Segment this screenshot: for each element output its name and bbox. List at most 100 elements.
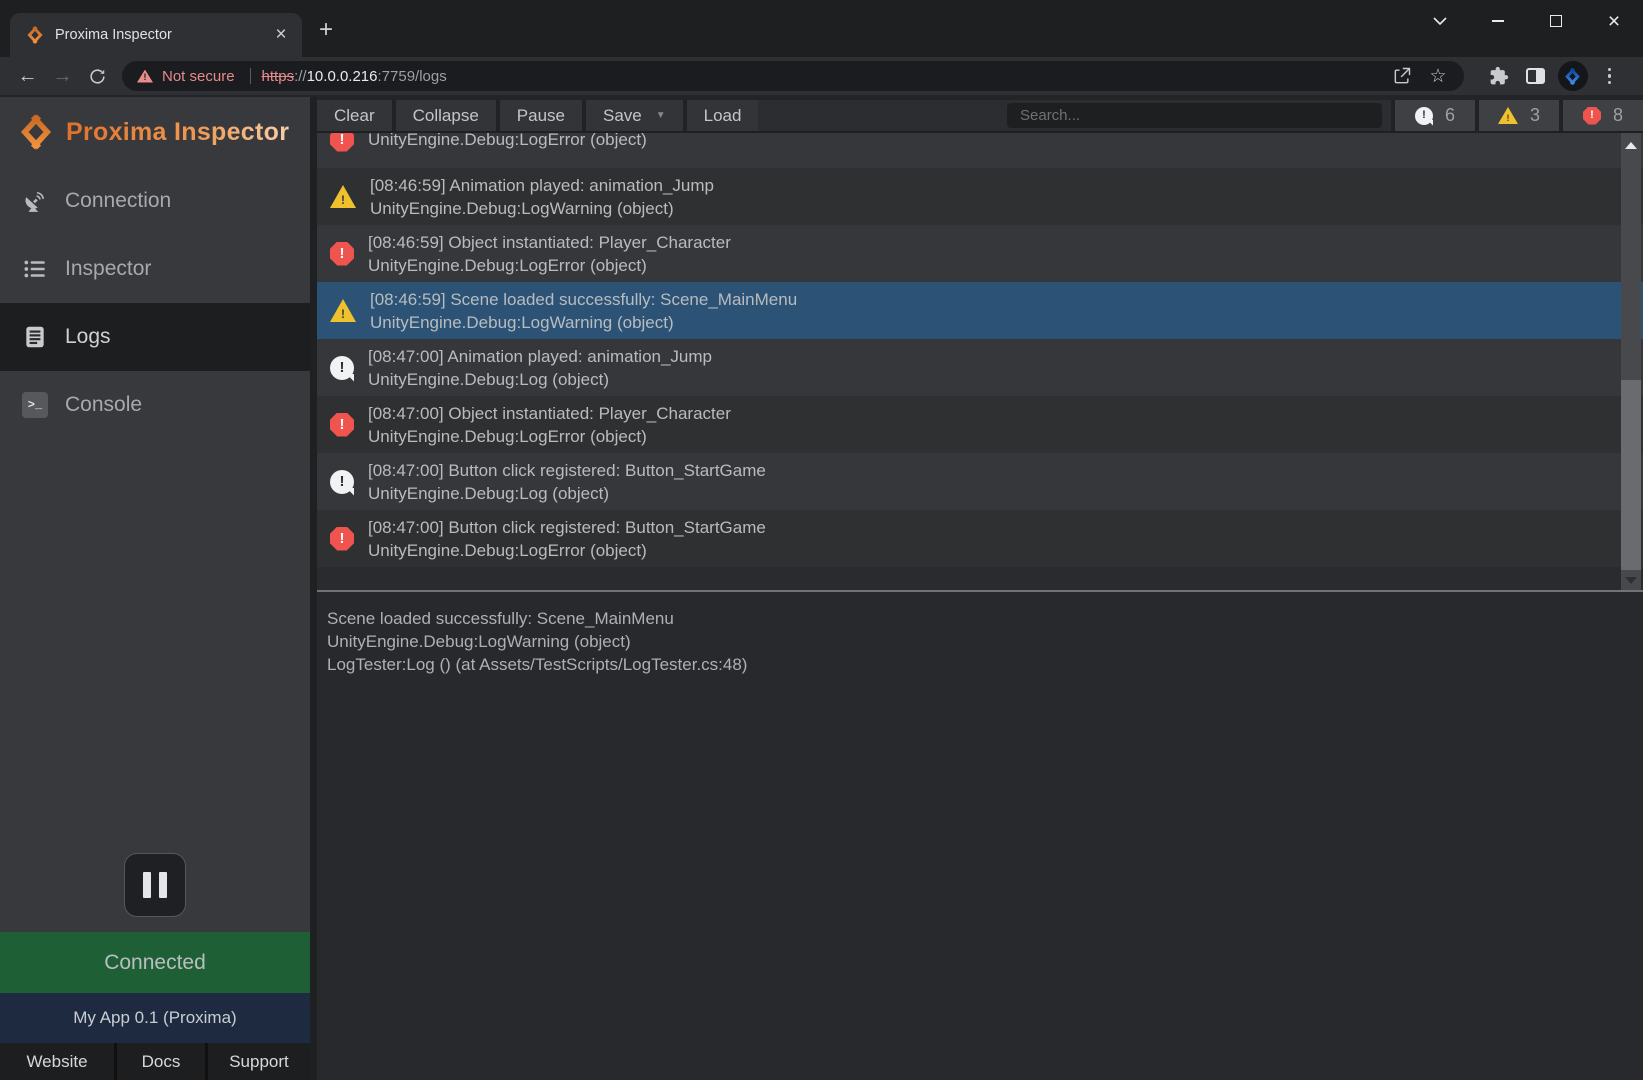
log-row-stacktrace: UnityEngine.Debug:LogError (object) [368,133,647,151]
back-button[interactable]: ← [10,59,45,93]
log-row[interactable]: ! [08:46:59] Object instantiated: Player_… [317,225,1643,282]
browser-titlebar: Proxima Inspector × + × [0,0,1643,57]
chevron-down-icon: ▼ [656,110,666,121]
info-icon: ! [1415,107,1433,125]
pause-icon [143,872,151,898]
log-row-message: [08:47:00] Button click registered: Butt… [368,459,766,482]
detail-line: UnityEngine.Debug:LogWarning (object) [327,630,1633,653]
info-icon: ! [330,470,354,494]
not-secure-label[interactable]: Not secure [162,68,235,85]
connection-status-badge: Connected [0,932,310,993]
browser-window: Proxima Inspector × + × ← → ! Not secure… [0,0,1643,1080]
window-controls: × [1411,0,1643,42]
sidebar-nav: Connection InspectorLogs >_ Console [0,167,310,439]
url-separator: :// [294,68,307,85]
counter-error[interactable]: !8 [1559,100,1643,131]
log-row[interactable]: ! UnityEngine.Debug:LogError (object) [317,133,1643,168]
footer-link-docs[interactable]: Docs [117,1043,208,1080]
load-button[interactable]: Load [687,100,759,131]
url-scheme: https [262,68,295,85]
error-icon: ! [330,242,354,266]
warning-icon: ! [330,185,356,208]
scrollbar-thumb[interactable] [1621,380,1641,570]
footer-link-support[interactable]: Support [208,1043,310,1080]
log-row-stacktrace: UnityEngine.Debug:LogWarning (object) [370,197,714,220]
share-icon[interactable] [1384,62,1420,90]
log-row[interactable]: ! [08:46:59] Animation played: animation_… [317,168,1643,225]
log-row[interactable]: ![08:47:00] Button click registered: But… [317,510,1643,567]
bookmark-star-icon[interactable]: ☆ [1420,62,1456,90]
info-icon: ! [330,356,354,380]
not-secure-warning-icon: ! [137,70,153,83]
detail-line: LogTester:Log () (at Assets/TestScripts/… [327,653,1633,676]
scroll-up-icon[interactable] [1625,142,1637,149]
proxima-favicon-icon [26,26,44,44]
sidebar-item-label: Connection [65,189,171,213]
app-logo-text: Proxima Inspector [66,118,289,147]
counter-count: 3 [1530,105,1540,126]
log-row-message: [08:46:59] Object instantiated: Player_C… [368,231,731,254]
toolbar-buttons: Clear Collapse Pause Save▼ Load [317,100,758,131]
browser-tab[interactable]: Proxima Inspector × [10,13,302,57]
minimize-button[interactable] [1469,0,1527,42]
search-input[interactable] [1007,103,1382,128]
log-row-message: [08:47:00] Button click registered: Butt… [368,516,766,539]
terminal-icon: >_ [22,392,48,418]
counter-warning[interactable]: !3 [1475,100,1559,131]
log-row-stacktrace: UnityEngine.Debug:Log (object) [368,368,712,391]
toolbar-button-label: Pause [517,106,565,126]
toolbar-button-label: Clear [334,106,375,126]
error-icon: ! [330,133,354,152]
url-bar[interactable]: ! Not secure https://10.0.0.216:7759/log… [122,61,1464,91]
tab-close-icon[interactable]: × [270,24,292,46]
sidebar-item-connection[interactable]: Connection [0,167,310,235]
error-icon: ! [1583,107,1601,125]
sidebar-item-label: Console [65,393,142,417]
sidebar-item-logs[interactable]: Logs [0,303,310,371]
scroll-down-icon[interactable] [1625,577,1637,584]
toolbar-button-label: Load [704,106,742,126]
profile-avatar[interactable] [1554,59,1591,93]
browser-menu-kebab-icon[interactable] [1591,59,1628,93]
log-row[interactable]: ! [08:47:00] Animation played: animation_… [317,339,1643,396]
tab-title: Proxima Inspector [55,27,270,43]
logs-content: ClearCollapsePauseSave▼Load !6!3!8 !Unit… [310,97,1643,1080]
log-list: !UnityEngine.Debug:LogError (object)![08… [317,133,1643,590]
log-row-message: [08:47:00] Animation played: animation_J… [368,345,712,368]
reload-button[interactable] [80,59,115,93]
log-row[interactable]: ![08:47:00] Object instantiated: Player_… [317,396,1643,453]
save-button[interactable]: Save▼ [586,100,683,131]
collapse-button[interactable]: Collapse [396,100,496,131]
url-divider [250,68,251,84]
maximize-button[interactable] [1527,0,1585,42]
clear-button[interactable]: Clear [317,100,392,131]
log-row[interactable]: ! [08:47:00] Button click registered: But… [317,453,1643,510]
sidebar: Proxima Inspector Connection InspectorLog… [0,97,310,1080]
warning-icon: ! [330,299,356,322]
pause-stream-button[interactable] [124,853,186,917]
document-icon [22,324,48,350]
pause-button[interactable]: Pause [500,100,582,131]
side-panel-icon[interactable] [1517,59,1554,93]
log-row[interactable]: ! [08:46:59] Scene loaded successfully: S… [317,282,1643,339]
proxima-logo-icon [18,114,54,150]
footer-link-website[interactable]: Website [0,1043,117,1080]
forward-button[interactable]: → [45,59,80,93]
log-row-message: [08:46:59] Scene loaded successfully: Sc… [370,288,797,311]
tab-search-chevron-icon[interactable] [1411,0,1469,42]
error-icon: ! [330,413,354,437]
sidebar-item-inspector[interactable]: Inspector [0,235,310,303]
extensions-puzzle-icon[interactable] [1480,59,1517,93]
logs-toolbar: ClearCollapsePauseSave▼Load !6!3!8 [317,97,1643,133]
close-window-button[interactable]: × [1585,0,1643,42]
log-counters: !6!3!8 [1391,100,1643,131]
counter-count: 6 [1445,105,1455,126]
scrollbar[interactable] [1621,133,1641,590]
log-row-message: [08:46:59] Animation played: animation_J… [370,174,714,197]
counter-info[interactable]: !6 [1391,100,1475,131]
sidebar-footer: WebsiteDocsSupport [0,1043,310,1080]
sidebar-item-console[interactable]: >_ Console [0,371,310,439]
log-row-stacktrace: UnityEngine.Debug:LogError (object) [368,425,731,448]
new-tab-button[interactable]: + [312,16,340,44]
url-text[interactable]: https://10.0.0.216:7759/logs [262,68,447,85]
